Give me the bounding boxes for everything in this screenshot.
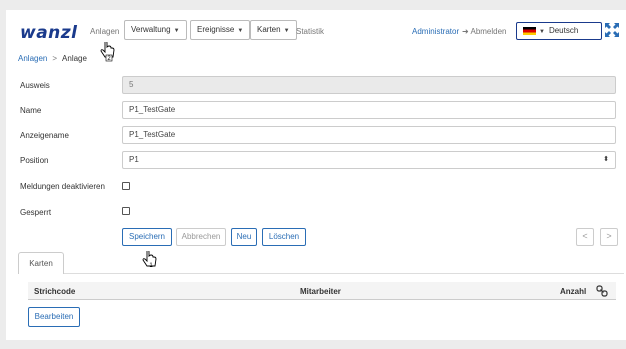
save-button[interactable]: Speichern [122, 228, 172, 246]
cancel-button[interactable]: Abbrechen [176, 228, 226, 246]
gesperrt-checkbox[interactable] [122, 207, 130, 215]
logout-label: Abmelden [470, 27, 507, 36]
meldungen-label: Meldungen deaktivieren [20, 182, 105, 191]
table-header: Strichcode Mitarbeiter Anzahl [28, 282, 616, 300]
prev-button[interactable]: < [576, 228, 594, 246]
tab-divider [64, 273, 624, 274]
edit-button[interactable]: Bearbeiten [28, 307, 80, 327]
german-flag-icon [523, 26, 536, 35]
hand-cursor-icon: 2 [100, 42, 115, 62]
fullscreen-icon[interactable] [604, 22, 620, 38]
caret-down-icon: ▼ [237, 28, 244, 34]
nav-anlagen[interactable]: Anlagen [90, 27, 119, 36]
logout-link[interactable]: ➜ Abmelden [462, 27, 507, 36]
nav-verwaltung-label: Verwaltung [131, 25, 171, 34]
column-anzahl[interactable]: Anzahl [560, 287, 586, 296]
navbar: wanzl Anlagen Verwaltung ▼ Ereignisse ▼ Ka… [6, 10, 626, 52]
column-mitarbeiter[interactable]: Mitarbeiter [300, 287, 341, 296]
admin-link[interactable]: Administrator [412, 27, 459, 36]
nav-ereignisse-label: Ereignisse [197, 25, 235, 34]
nav-statistik[interactable]: Statistik [296, 27, 324, 36]
caret-down-icon: ▼ [539, 29, 545, 35]
nav-karten-dropdown[interactable]: Karten ▼ [250, 20, 297, 40]
language-label: Deutsch [548, 26, 579, 35]
gesperrt-label: Gesperrt [20, 208, 52, 217]
breadcrumb-anlagen[interactable]: Anlagen [18, 54, 47, 63]
position-value: P1 [129, 155, 139, 164]
next-button[interactable]: > [600, 228, 618, 246]
ausweis-field: 5 [122, 76, 616, 94]
language-select[interactable]: ▼ Deutsch [516, 22, 602, 40]
nav-karten-label: Karten [257, 25, 281, 34]
tab-karten[interactable]: Karten [18, 252, 64, 274]
breadcrumb-current: Anlage [62, 54, 87, 63]
page: wanzl Anlagen Verwaltung ▼ Ereignisse ▼ Ka… [6, 10, 626, 340]
select-updown-icon: ⬍ [603, 156, 609, 163]
anzeigename-label: Anzeigename [20, 131, 69, 140]
name-label: Name [20, 106, 42, 115]
ausweis-label: Ausweis [20, 81, 50, 90]
breadcrumb: Anlagen > Anlage [18, 54, 87, 63]
position-select[interactable]: P1 ⬍ [122, 151, 616, 169]
column-strichcode[interactable]: Strichcode [34, 287, 75, 296]
caret-down-icon: ▼ [173, 28, 180, 34]
breadcrumb-separator: > [52, 54, 58, 63]
hand-cursor-icon: 1 [142, 251, 157, 269]
meldungen-checkbox[interactable] [122, 182, 130, 190]
caret-down-icon: ▼ [283, 28, 290, 34]
name-input[interactable]: P1_TestGate [122, 101, 616, 119]
nav-ereignisse-dropdown[interactable]: Ereignisse ▼ [190, 20, 251, 40]
position-label: Position [20, 156, 49, 165]
logout-icon: ➜ [462, 27, 469, 36]
anzeigename-input[interactable]: P1_TestGate [122, 126, 616, 144]
delete-button[interactable]: Löschen [262, 228, 306, 246]
link-icon[interactable] [596, 285, 608, 297]
new-button[interactable]: Neu [231, 228, 257, 246]
nav-verwaltung-dropdown[interactable]: Verwaltung ▼ [124, 20, 187, 40]
brand-logo[interactable]: wanzl [20, 23, 78, 43]
